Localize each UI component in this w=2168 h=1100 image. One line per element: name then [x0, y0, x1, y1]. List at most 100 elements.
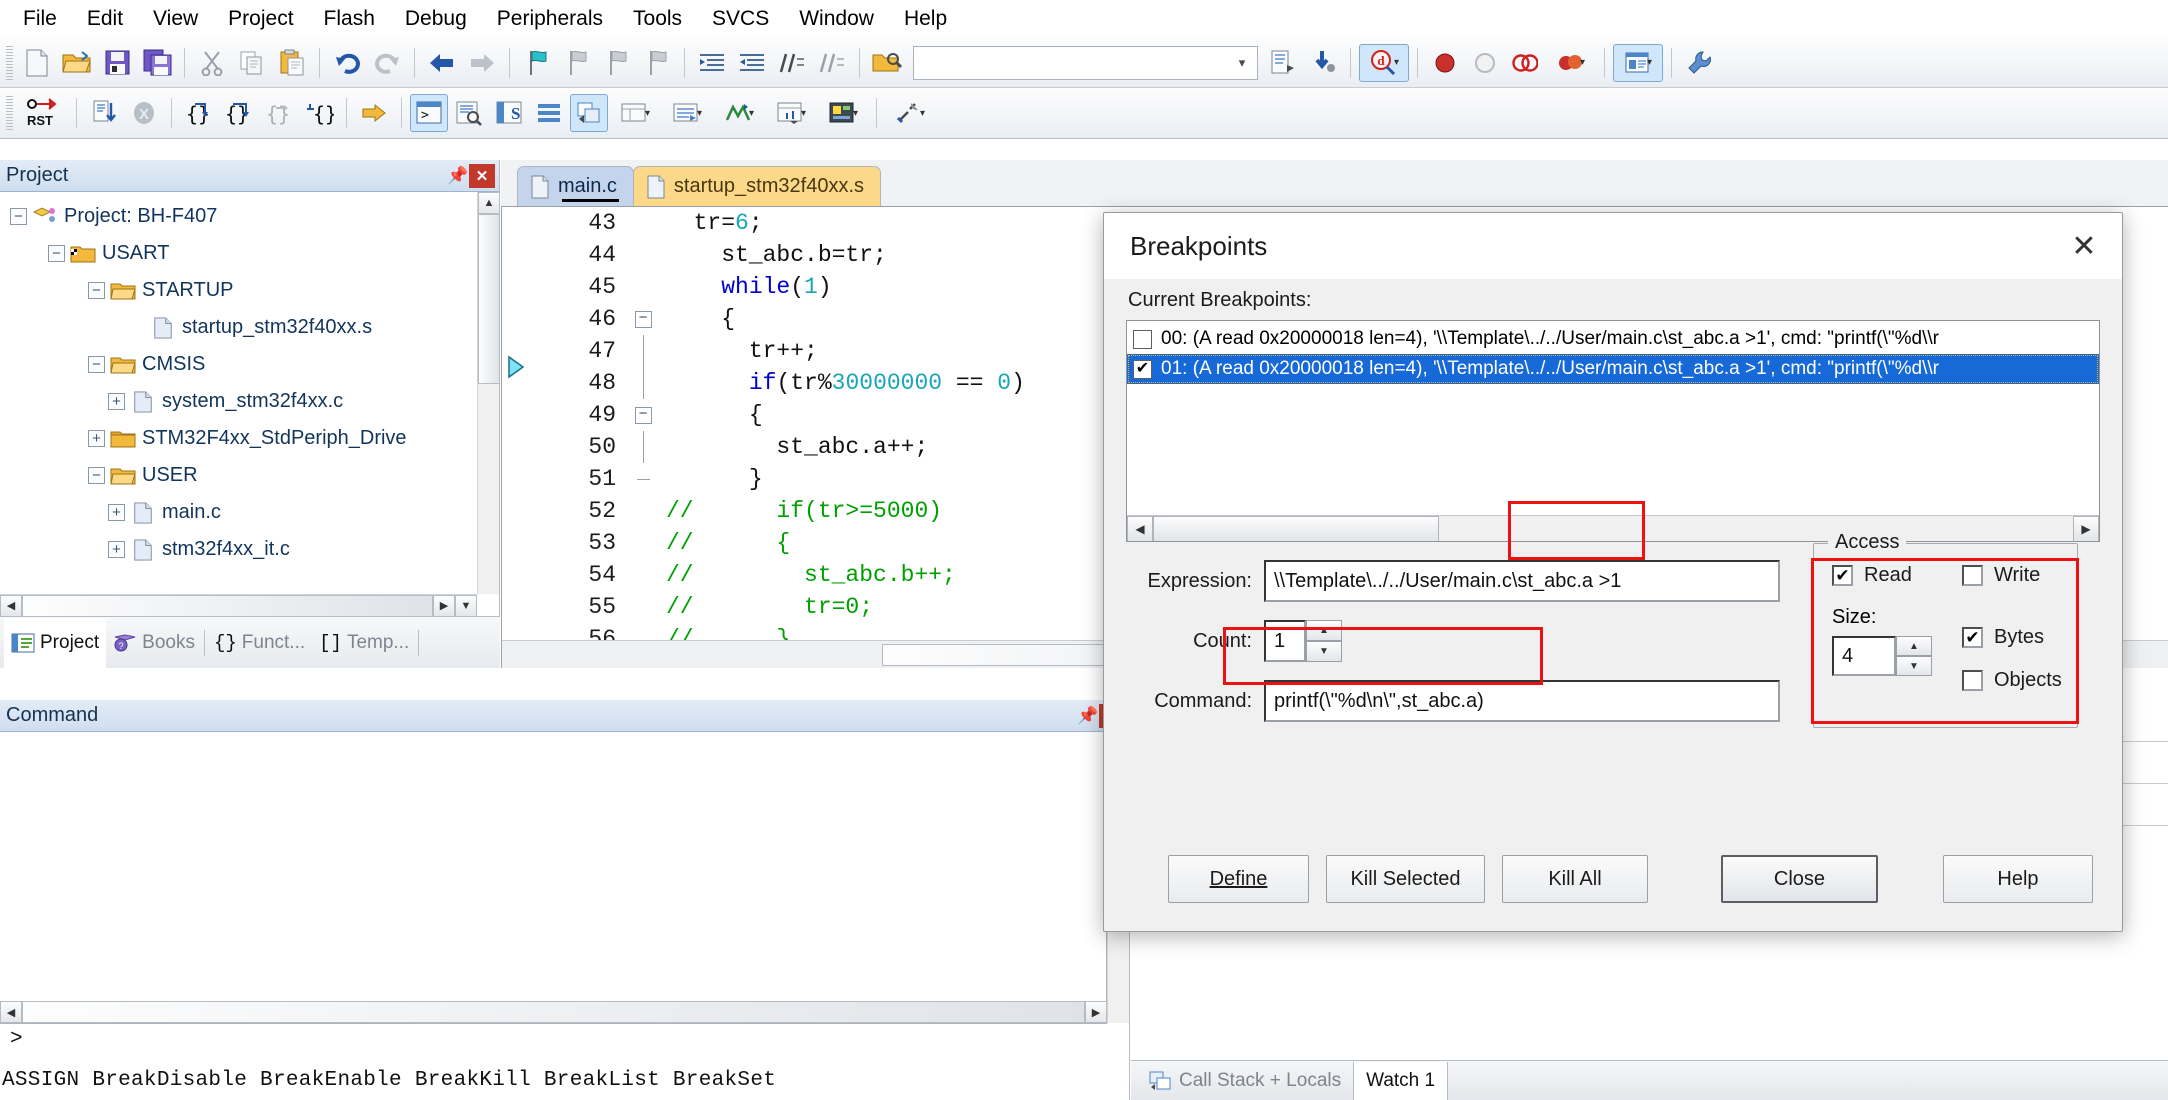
save-icon[interactable] [98, 44, 136, 82]
kill-all-button[interactable]: Kill All [1502, 855, 1648, 903]
show-next-statement-icon[interactable] [355, 94, 393, 132]
redo-icon[interactable] [368, 44, 406, 82]
chevron-down-icon[interactable]: ▾ [1647, 57, 1652, 68]
code-text[interactable]: } [658, 466, 763, 492]
target-options-icon[interactable] [1264, 44, 1302, 82]
reset-cpu-icon[interactable]: RST [18, 94, 68, 132]
chevron-down-icon[interactable]: ▾ [1394, 57, 1399, 68]
tree-item-system-file[interactable]: + system_stm32f4xx.c [0, 383, 477, 420]
breakpoints-list[interactable]: 00: (A read 0x20000018 len=4), '\\Templa… [1126, 320, 2100, 542]
expander-plus-icon[interactable]: + [108, 504, 125, 521]
tree-item-startup-file[interactable]: startup_stm32f40xx.s [0, 309, 477, 346]
scroll-thumb[interactable] [22, 595, 433, 617]
scroll-thumb[interactable] [22, 1001, 1085, 1023]
menu-item-view[interactable]: View [138, 3, 213, 35]
tab-watch-1[interactable]: Watch 1 [1353, 1062, 1448, 1100]
bookmark-toggle-icon[interactable] [518, 44, 556, 82]
tree-item-user[interactable]: − USER [0, 457, 477, 494]
tree-item-stdperiph-driver[interactable]: + STM32F4xx_StdPeriph_Drive [0, 420, 477, 457]
scroll-up-arrow-icon[interactable]: ▲ [478, 192, 500, 214]
menu-item-edit[interactable]: Edit [72, 3, 138, 35]
objects-checkbox[interactable] [1962, 670, 1983, 691]
kill-selected-button[interactable]: Kill Selected [1326, 855, 1485, 903]
comment-icon[interactable] [773, 44, 811, 82]
code-text[interactable]: st_abc.b=tr; [658, 242, 887, 268]
menu-item-tools[interactable]: Tools [618, 3, 697, 35]
code-text[interactable]: // if(tr>=5000) [658, 498, 942, 524]
build-tools-icon[interactable] [1680, 44, 1718, 82]
editor-tab-startup-s[interactable]: startup_stm32f40xx.s [633, 166, 881, 206]
write-checkbox[interactable] [1962, 565, 1983, 586]
stepper-down-icon[interactable]: ▼ [1896, 656, 1932, 676]
toolbar-grip[interactable] [6, 46, 13, 80]
breakpoint-checkbox[interactable] [1133, 330, 1152, 349]
expander-plus-icon[interactable]: + [108, 541, 125, 558]
size-input[interactable]: 4 [1832, 636, 1896, 676]
navigate-forward-icon[interactable] [463, 44, 501, 82]
code-text[interactable]: tr++; [658, 338, 818, 364]
expander-minus-icon[interactable]: − [88, 356, 105, 373]
breakpoint-list-item[interactable]: 00: (A read 0x20000018 len=4), '\\Templa… [1127, 324, 2099, 354]
project-tree[interactable]: − Project: BH-F407 − USART − STARTUP sta… [0, 192, 477, 616]
command-input[interactable]: printf(\"%d\n\",st_abc.a) [1264, 680, 1780, 722]
code-text[interactable]: // } [658, 626, 790, 640]
write-checkbox-row[interactable]: Write [1962, 564, 2040, 587]
project-tree-hscrollbar[interactable]: ◀ ▶ ▼ [0, 594, 477, 616]
code-text[interactable]: // tr=0; [658, 594, 873, 620]
command-hscrollbar[interactable]: ◀ ▶ [0, 1001, 1107, 1023]
fold-margin[interactable] [628, 367, 658, 399]
menu-item-file[interactable]: File [8, 3, 72, 35]
scroll-right-arrow-icon[interactable]: ▶ [1085, 1001, 1107, 1023]
tab-project[interactable]: Project [4, 618, 106, 668]
symbols-window-icon[interactable]: S [490, 94, 528, 132]
fold-collapse-icon[interactable]: − [635, 311, 652, 328]
disable-all-breakpoints-icon[interactable]: ▾ [1546, 44, 1596, 82]
close-button[interactable]: Close [1721, 855, 1878, 903]
menu-item-flash[interactable]: Flash [309, 3, 390, 35]
help-button[interactable]: Help [1943, 855, 2093, 903]
code-text[interactable]: if(tr%30000000 == 0) [658, 370, 1025, 396]
outdent-icon[interactable] [733, 44, 771, 82]
menu-item-help[interactable]: Help [889, 3, 962, 35]
chevron-down-icon[interactable]: ▾ [1580, 57, 1585, 68]
scroll-left-arrow-icon[interactable]: ◀ [0, 595, 22, 617]
stepper-up-icon[interactable]: ▲ [1896, 636, 1932, 656]
bookmark-prev-icon[interactable] [558, 44, 596, 82]
scroll-right-arrow-icon[interactable]: ▶ [433, 595, 455, 617]
close-icon[interactable]: ✕ [469, 164, 495, 188]
code-text[interactable]: { [658, 306, 735, 332]
chevron-down-icon[interactable]: ▾ [1229, 48, 1255, 78]
scroll-left-arrow-icon[interactable]: ◀ [0, 1001, 22, 1023]
bytes-checkbox[interactable]: ✔ [1962, 627, 1983, 648]
scroll-thumb[interactable] [478, 214, 500, 384]
new-file-icon[interactable] [18, 44, 56, 82]
tree-item-cmsis[interactable]: − CMSIS [0, 346, 477, 383]
close-icon[interactable]: ✕ [2060, 222, 2108, 270]
tree-item-main-c[interactable]: + main.c [0, 494, 477, 531]
window-layout-icon[interactable]: ▾ [1613, 44, 1663, 82]
code-text[interactable]: while(1) [658, 274, 832, 300]
expander-minus-icon[interactable]: − [48, 245, 65, 262]
count-stepper[interactable]: ▲ ▼ [1306, 620, 1342, 662]
command-input[interactable]: > [0, 1023, 1107, 1060]
save-all-icon[interactable] [138, 44, 176, 82]
run-to-cursor-icon[interactable]: {} [300, 94, 338, 132]
toolbox-icon[interactable]: ▾ [885, 94, 935, 132]
code-text[interactable]: // st_abc.b++; [658, 562, 956, 588]
code-text[interactable]: tr=6; [658, 210, 763, 236]
expander-minus-icon[interactable]: − [88, 282, 105, 299]
fold-margin[interactable] [628, 335, 658, 367]
tab-call-stack-locals[interactable]: Call Stack + Locals [1137, 1062, 1353, 1100]
scroll-thumb[interactable] [1153, 516, 1439, 542]
bookmark-clear-icon[interactable] [638, 44, 676, 82]
insert-breakpoint-icon[interactable] [1426, 44, 1464, 82]
chevron-down-icon[interactable]: ▾ [920, 108, 925, 119]
kill-all-breakpoints-icon[interactable] [1506, 44, 1544, 82]
configure-icon[interactable] [1304, 44, 1342, 82]
undo-icon[interactable] [328, 44, 366, 82]
registers-window-icon[interactable] [530, 94, 568, 132]
fold-collapse-icon[interactable]: − [635, 407, 652, 424]
serial-windows-icon[interactable]: ▾ [714, 94, 764, 132]
breakpoints-list-hscrollbar[interactable]: ◀ ▶ [1127, 515, 2099, 541]
breakpoint-list-item[interactable]: ✔ 01: (A read 0x20000018 len=4), '\\Temp… [1127, 354, 2099, 384]
